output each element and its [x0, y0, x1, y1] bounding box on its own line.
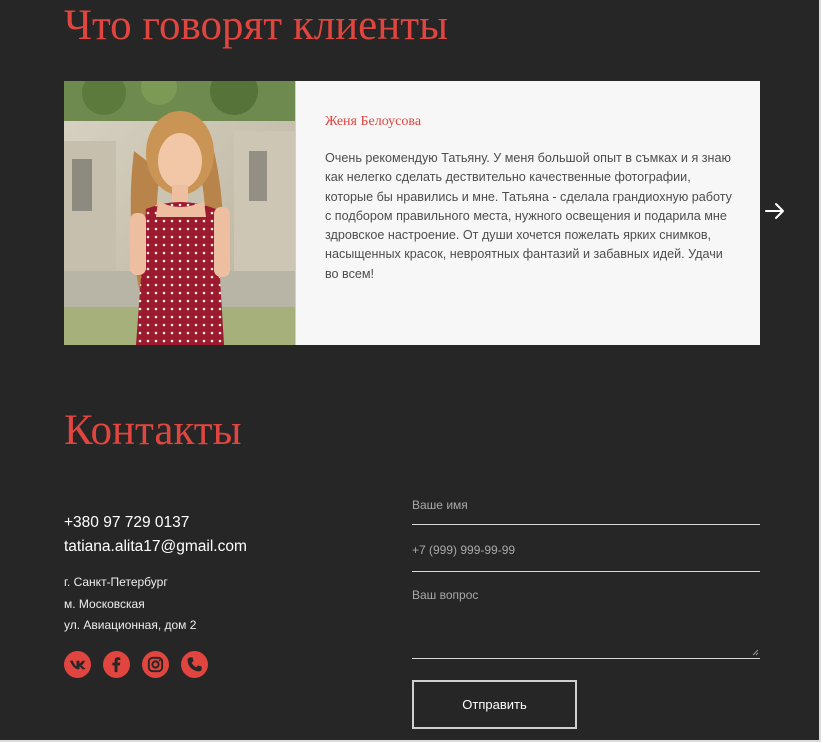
question-field: [412, 572, 760, 659]
contact-form: Отправить: [412, 494, 760, 729]
address-street: ул. Авиационная, дом 2: [64, 618, 197, 632]
address-city: г. Санкт-Петербург: [64, 575, 168, 589]
contacts-title: Контакты: [64, 407, 242, 454]
page: Что говорят клиенты Женя Белоусова Очень…: [0, 0, 821, 742]
contact-phone[interactable]: +380 97 729 0137: [64, 511, 247, 535]
client-photo: [64, 81, 296, 345]
next-review-button[interactable]: [763, 199, 787, 223]
phone-field: [412, 525, 760, 572]
contact-email[interactable]: tatiana.alita17@gmail.com: [64, 535, 247, 559]
submit-button[interactable]: Отправить: [412, 680, 577, 729]
reviewer-name: Женя Белоусова: [325, 114, 422, 129]
facebook-icon: [112, 657, 121, 673]
vk-icon: [69, 660, 86, 670]
phone-icon: [187, 657, 202, 672]
instagram-icon: [147, 656, 164, 673]
address: г. Санкт-Петербург м. Московская ул. Ави…: [64, 572, 196, 637]
reviews-title: Что говорят клиенты: [64, 2, 448, 49]
name-input[interactable]: [412, 496, 760, 514]
resize-grip-icon[interactable]: [752, 649, 759, 656]
phone-input[interactable]: [412, 541, 760, 559]
vk-link[interactable]: [64, 651, 91, 678]
address-metro: м. Московская: [64, 596, 145, 611]
name-field: [412, 494, 760, 525]
instagram-link[interactable]: [142, 651, 169, 678]
client-photo-image: [64, 81, 295, 345]
phone-link[interactable]: [181, 651, 208, 678]
arrow-right-icon: [765, 203, 784, 219]
review-text: Очень рекомендую Татьяну. У меня большой…: [325, 151, 732, 281]
question-textarea[interactable]: [412, 588, 760, 654]
review-card: Женя Белоусова Очень рекомендую Татьяну.…: [64, 81, 760, 345]
social-links: [64, 651, 208, 678]
contact-info: +380 97 729 0137 tatiana.alita17@gmail.c…: [64, 511, 247, 559]
facebook-link[interactable]: [103, 651, 130, 678]
